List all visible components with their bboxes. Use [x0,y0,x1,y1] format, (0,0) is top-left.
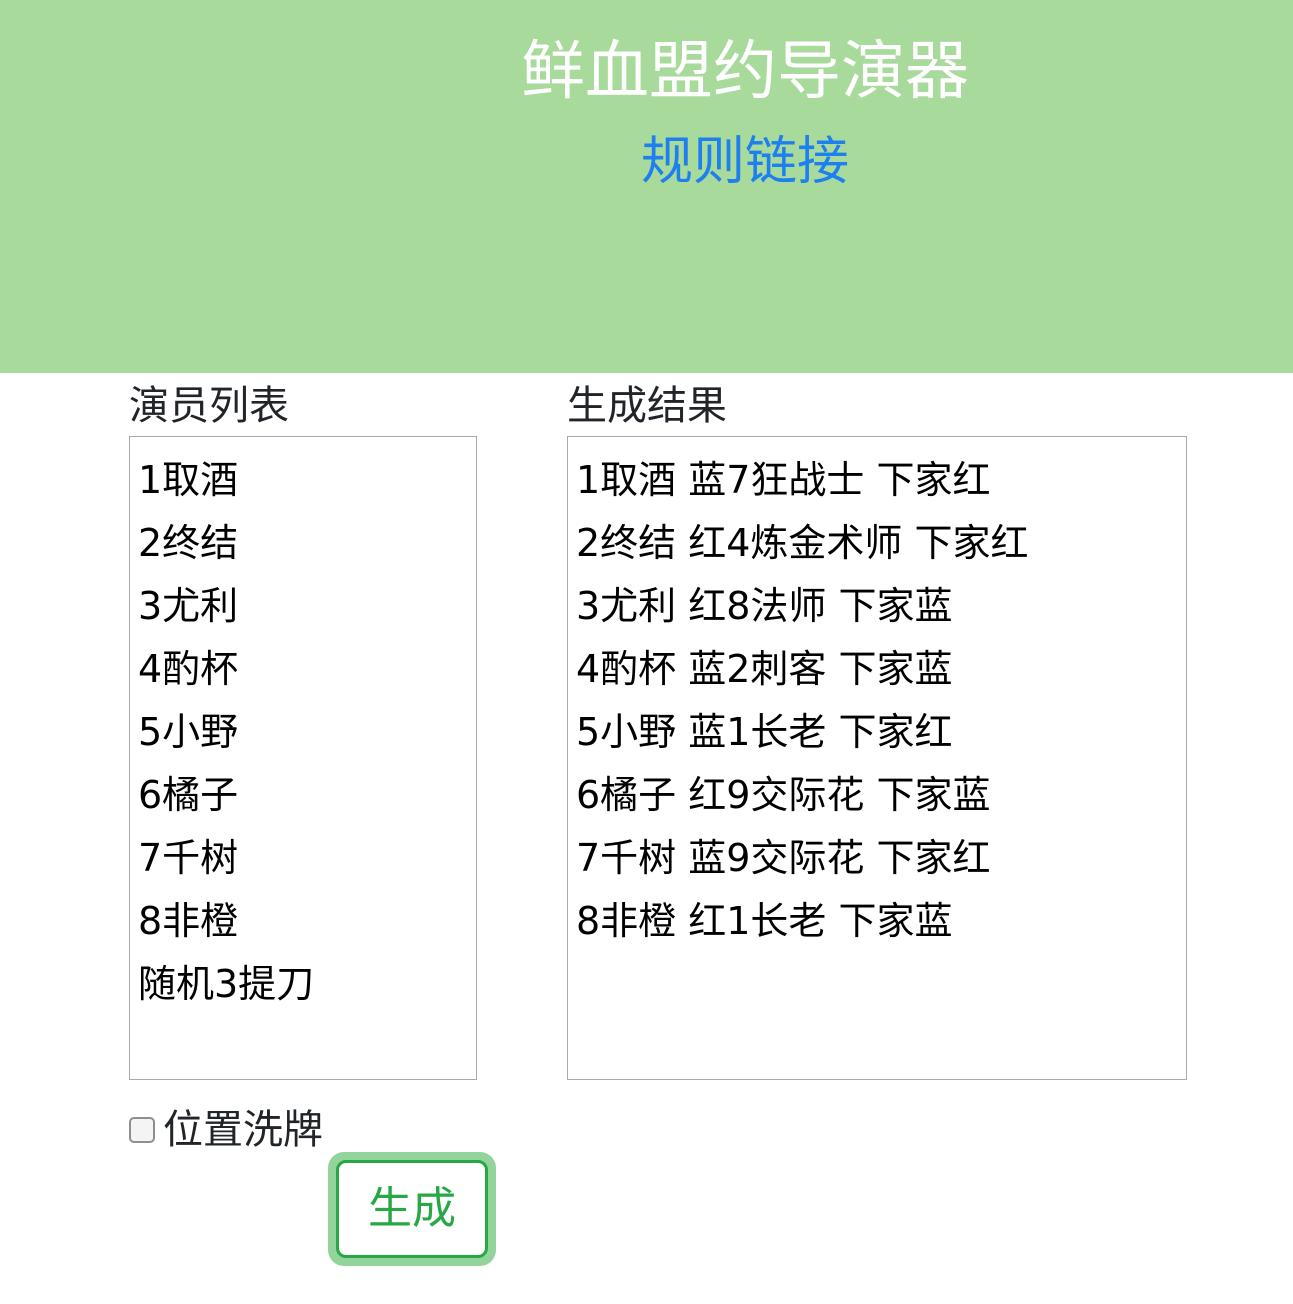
result-label: 生成结果 [567,383,727,429]
shuffle-checkbox[interactable] [129,1117,155,1143]
app-title: 鲜血盟约导演器 [521,35,969,109]
shuffle-option[interactable]: 位置洗牌 [129,1104,323,1156]
result-textarea[interactable] [567,436,1187,1080]
actors-list-label: 演员列表 [129,383,289,429]
actors-list-textarea[interactable] [129,436,477,1080]
header-banner: 鲜血盟约导演器 规则链接 [0,0,1293,373]
generate-button[interactable]: 生成 [336,1160,488,1258]
rules-link[interactable]: 规则链接 [0,124,1293,200]
shuffle-label: 位置洗牌 [163,1107,323,1153]
generate-button-focus-ring: 生成 [328,1152,496,1266]
